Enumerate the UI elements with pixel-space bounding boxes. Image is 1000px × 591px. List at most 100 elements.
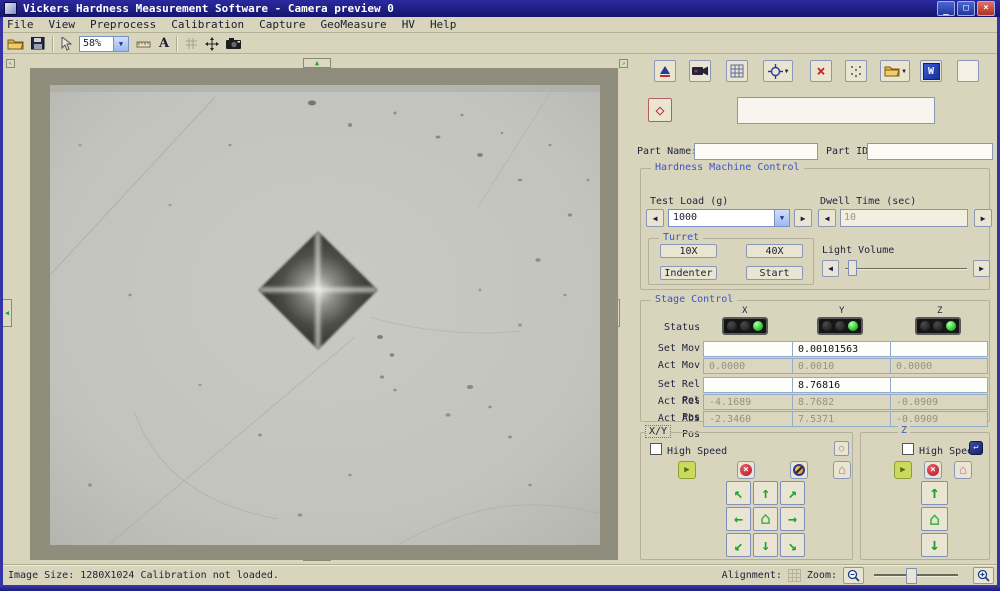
measure-tool-icon[interactable] <box>136 39 152 49</box>
y-axis-status-light <box>817 317 863 335</box>
light-volume-slider-track[interactable] <box>845 268 967 270</box>
x-axis-status-light <box>722 317 768 335</box>
xy-home-button[interactable]: ⌂ <box>833 461 851 479</box>
part-name-input[interactable] <box>694 143 818 160</box>
open-folder-icon <box>884 65 900 77</box>
part-id-input[interactable] <box>867 143 993 160</box>
z-stop-button[interactable]: × <box>924 461 942 479</box>
cursor-tool-icon[interactable] <box>61 37 72 51</box>
menu-calibration[interactable]: Calibration <box>171 18 244 31</box>
grid-tool-icon[interactable] <box>185 37 198 50</box>
act-abs-pos-y-value: 7.5371 <box>792 411 891 427</box>
xy-group-title: X/Y <box>645 425 671 438</box>
dwell-time-next-button[interactable]: ▶ <box>974 209 992 227</box>
xy-run-button[interactable]: ▶ <box>678 461 696 479</box>
crosshair-tool-icon[interactable] <box>205 37 219 51</box>
light-volume-increase-button[interactable]: ▶ <box>973 260 990 277</box>
display-zoom-slider-thumb[interactable] <box>906 568 917 584</box>
blank-button[interactable] <box>957 60 979 82</box>
camera-capture-icon[interactable] <box>226 38 242 49</box>
xy-auto-move-button[interactable] <box>790 461 808 479</box>
open-file-icon[interactable] <box>7 37 24 50</box>
turret-start-button[interactable]: Start <box>746 266 803 280</box>
word-export-button[interactable]: W <box>920 60 942 82</box>
turret-indenter-button[interactable]: Indenter <box>660 266 717 280</box>
set-rel-pos-y-field[interactable]: 8.76816 <box>792 377 891 393</box>
set-rel-pos-x-field[interactable] <box>703 377 793 393</box>
close-button[interactable]: × <box>977 1 995 16</box>
set-mov-row: Set Mov 0.00101563 <box>638 341 988 357</box>
menu-view[interactable]: View <box>49 18 76 31</box>
light-volume-slider-thumb[interactable] <box>848 260 857 276</box>
indent-measure-button[interactable]: ◇ <box>648 98 672 122</box>
z-run-button[interactable]: ▶ <box>894 461 912 479</box>
jog-home-button[interactable]: ⌂ <box>753 507 778 531</box>
menu-help[interactable]: Help <box>430 18 457 31</box>
set-rel-pos-z-field[interactable] <box>890 377 988 393</box>
test-load-prev-button[interactable]: ◀ <box>646 209 664 227</box>
zoom-select[interactable]: 58% ▼ <box>79 36 129 52</box>
text-tool-icon[interactable]: A <box>159 37 169 50</box>
app-icon <box>4 2 17 15</box>
word-icon: W <box>923 63 940 80</box>
z-high-speed-checkbox[interactable]: High Speed <box>902 443 979 457</box>
pattern-points-button[interactable] <box>845 60 867 82</box>
set-mov-y-field[interactable]: 0.00101563 <box>792 341 891 357</box>
set-mov-x-field[interactable] <box>703 341 793 357</box>
checkbox-icon[interactable] <box>902 443 914 455</box>
status-message: Image Size: 1280X1024 Calibration not lo… <box>8 570 279 581</box>
z-home-button[interactable]: ⌂ <box>954 461 972 479</box>
pan-corner-nw-icon[interactable]: ↖ <box>6 59 15 68</box>
light-volume-decrease-button[interactable]: ◀ <box>822 260 839 277</box>
video-camera-button[interactable] <box>689 60 711 82</box>
z-return-button[interactable]: ↩ <box>969 441 983 455</box>
save-icon[interactable] <box>31 37 45 50</box>
xy-high-speed-checkbox[interactable]: High Speed <box>650 443 727 457</box>
menu-preprocess[interactable]: Preprocess <box>90 18 156 31</box>
jog-down-left-button[interactable]: ↙ <box>726 533 751 557</box>
pan-left-icon[interactable]: ◀ <box>2 299 12 327</box>
jog-up-right-button[interactable]: ↗ <box>780 481 805 505</box>
pan-up-icon[interactable]: ▲ <box>303 58 331 68</box>
indenter-tool-button[interactable] <box>654 60 676 82</box>
zoom-select-dropdown-icon[interactable]: ▼ <box>113 37 128 51</box>
stage-move-button[interactable]: ▼ <box>763 60 793 82</box>
menu-capture[interactable]: Capture <box>259 18 305 31</box>
checkbox-icon[interactable] <box>650 443 662 455</box>
jog-down-button[interactable]: ↓ <box>753 533 778 557</box>
test-load-select[interactable]: 1000 ▼ <box>668 209 790 227</box>
jog-right-button[interactable]: → <box>780 507 805 531</box>
hardness-machine-control-title: Hardness Machine Control <box>651 162 804 173</box>
open-report-button[interactable]: ▼ <box>880 60 910 82</box>
menu-hv[interactable]: HV <box>402 18 415 31</box>
test-load-dropdown-icon[interactable]: ▼ <box>774 210 789 226</box>
jog-left-button[interactable]: ← <box>726 507 751 531</box>
maximize-button[interactable]: □ <box>957 1 975 16</box>
jog-up-button[interactable]: ↑ <box>753 481 778 505</box>
set-mov-z-field[interactable] <box>890 341 988 357</box>
zoom-out-button[interactable] <box>843 567 864 584</box>
dwell-time-prev-button[interactable]: ◀ <box>818 209 836 227</box>
minimize-button[interactable]: _ <box>937 1 955 16</box>
part-name-label: Part Name: <box>637 146 697 157</box>
diamond-icon: ◇ <box>655 103 664 118</box>
xy-stop-button[interactable]: × <box>737 461 755 479</box>
jog-up-left-button[interactable]: ↖ <box>726 481 751 505</box>
zoom-out-icon <box>847 569 860 582</box>
pan-corner-ne-icon[interactable]: ↗ <box>619 59 628 68</box>
zoom-in-button[interactable] <box>973 567 994 584</box>
dwell-time-field[interactable]: 10 <box>840 209 968 227</box>
menu-file[interactable]: File <box>7 18 34 31</box>
z-up-button[interactable]: ↑ <box>921 481 948 505</box>
turret-40x-button[interactable]: 40X <box>746 244 803 258</box>
z-down-button[interactable]: ↓ <box>921 533 948 557</box>
set-mov-label: Set Mov <box>638 341 704 357</box>
delete-button[interactable]: × <box>810 60 832 82</box>
turret-10x-button[interactable]: 10X <box>660 244 717 258</box>
menu-geomeasure[interactable]: GeoMeasure <box>320 18 386 31</box>
grid-overlay-button[interactable] <box>726 60 748 82</box>
xy-circle-button[interactable]: ○ <box>834 441 849 456</box>
z-home-jog-button[interactable]: ⌂ <box>921 507 948 531</box>
test-load-next-button[interactable]: ▶ <box>794 209 812 227</box>
jog-down-right-button[interactable]: ↘ <box>780 533 805 557</box>
